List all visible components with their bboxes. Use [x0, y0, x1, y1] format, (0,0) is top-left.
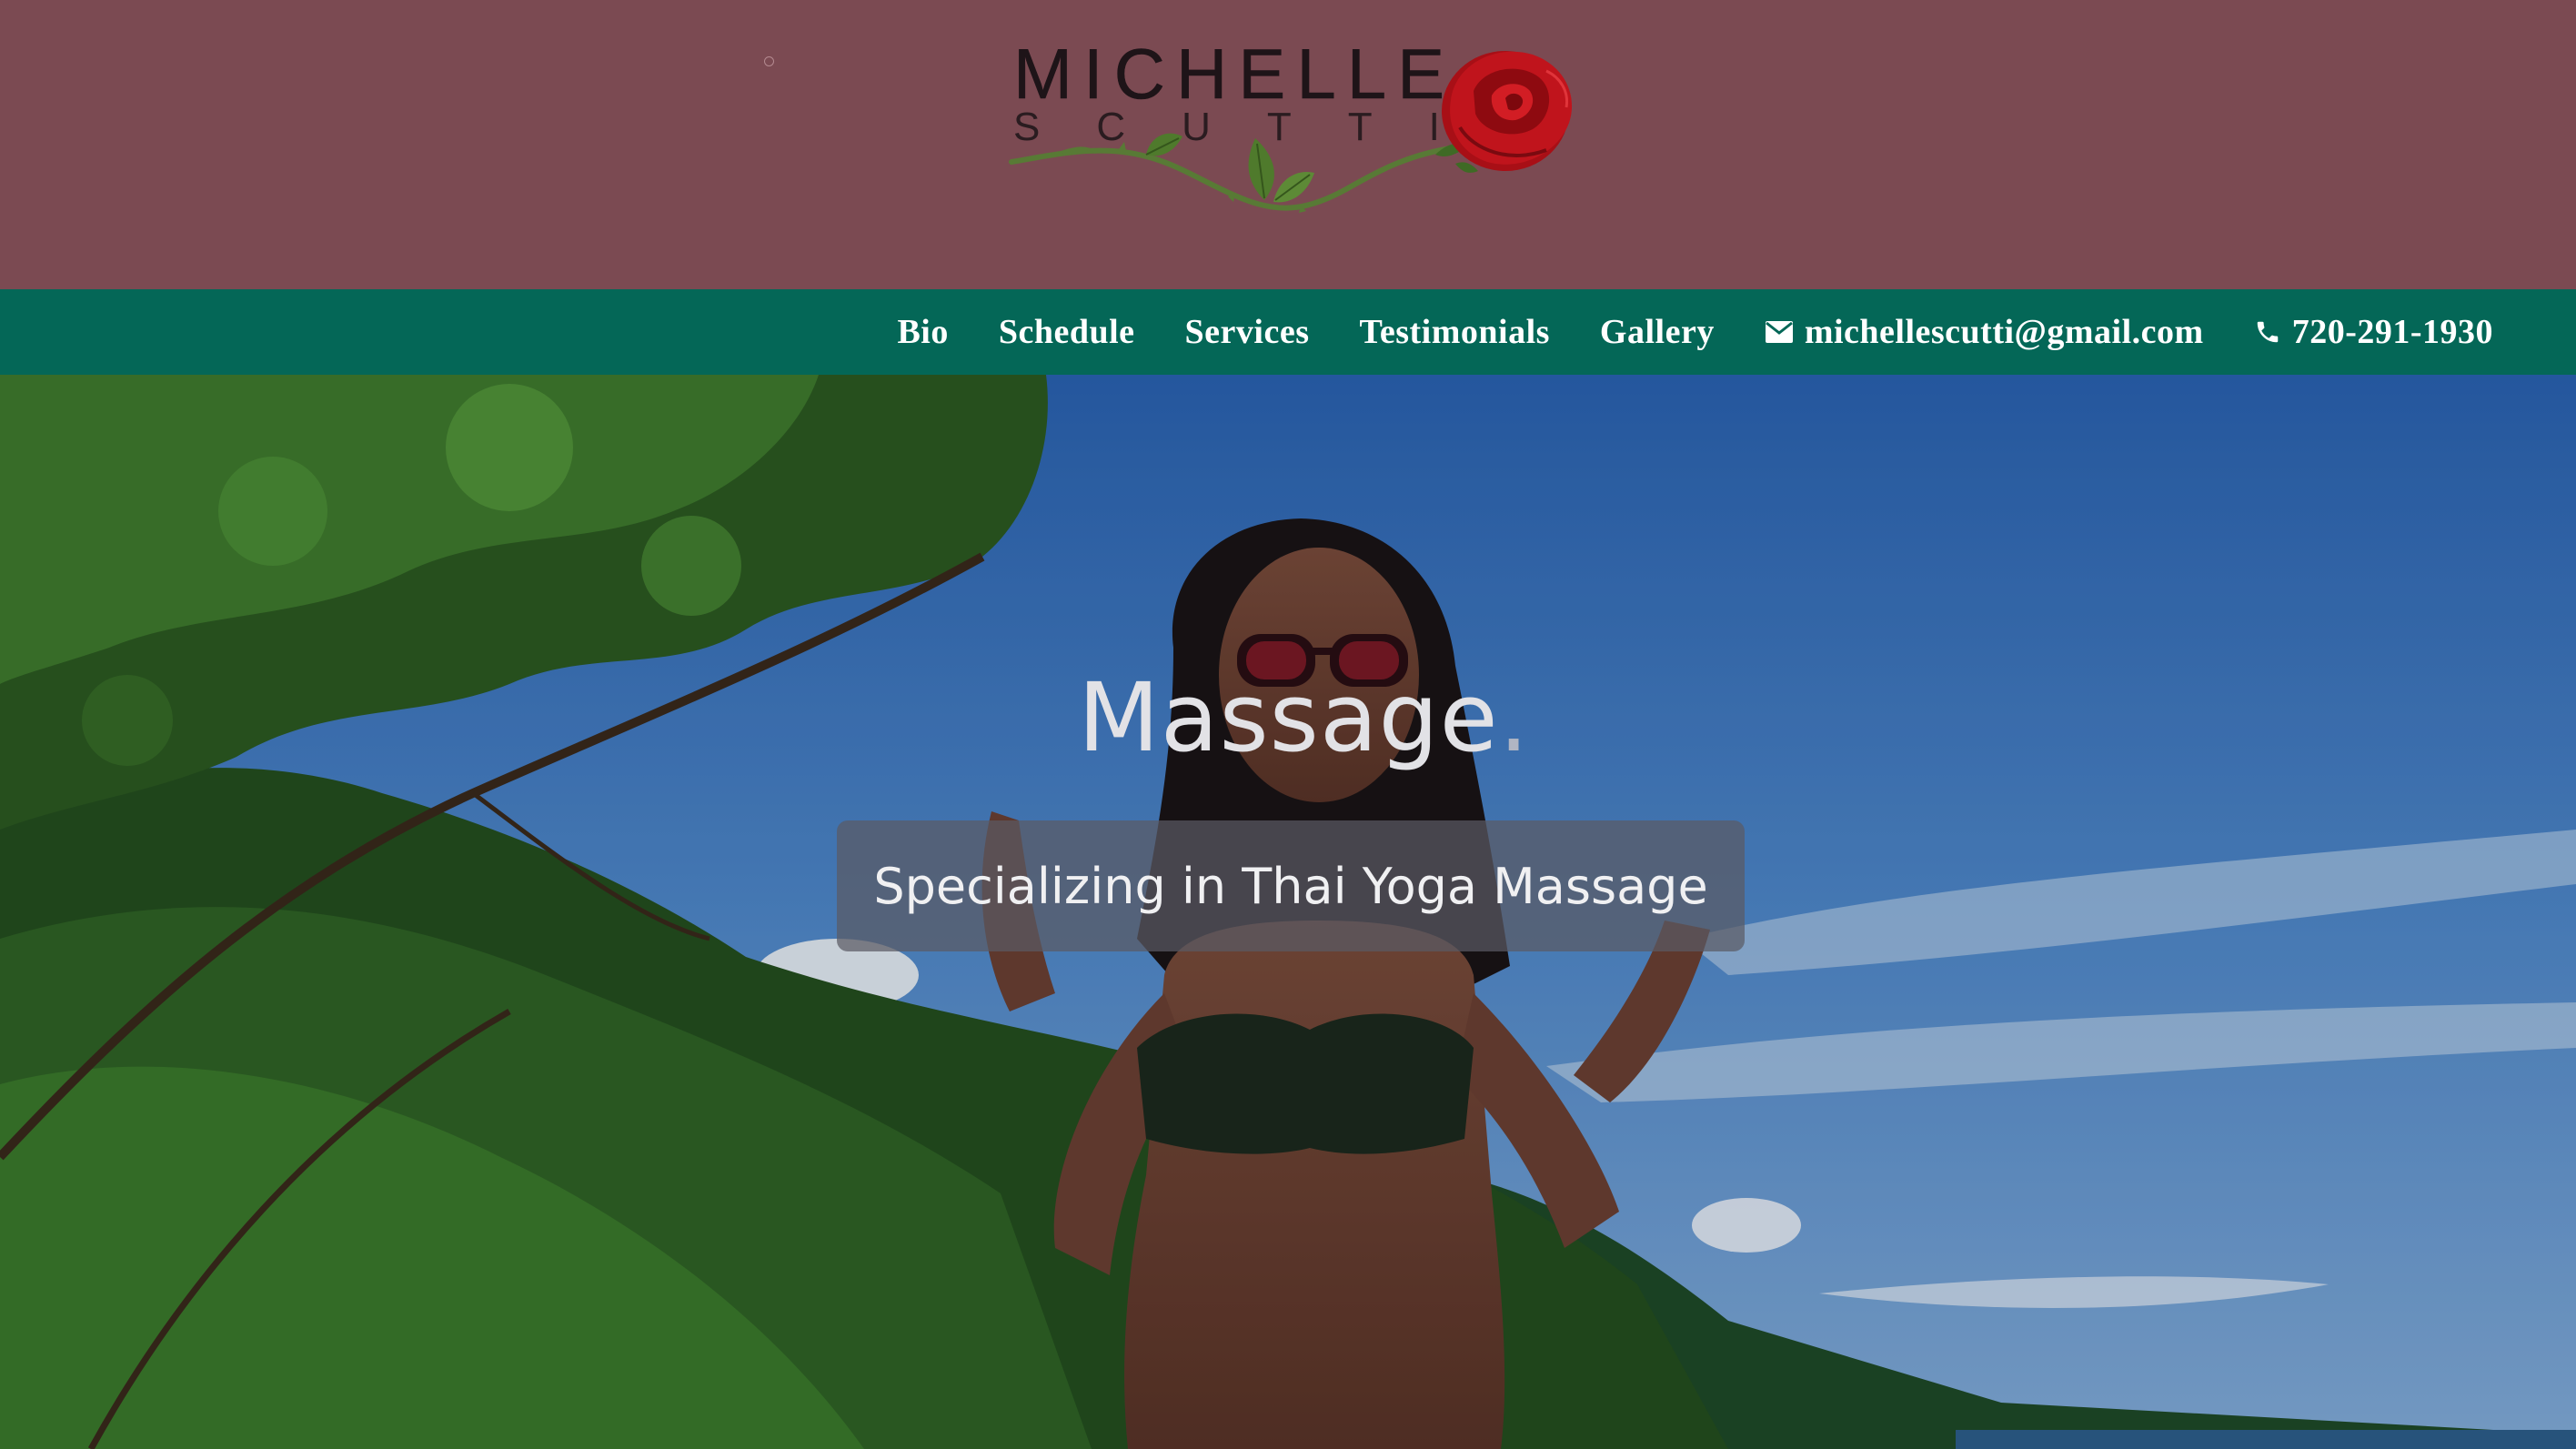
small-circle-mark — [764, 56, 774, 66]
site-logo[interactable]: MICHELLE SCUTTI — [1001, 27, 1592, 236]
site-header: MICHELLE SCUTTI — [0, 0, 2576, 289]
phone-link-label: 720-291-1930 — [2291, 313, 2493, 351]
phone-icon — [2254, 318, 2281, 346]
nav-item-services[interactable]: Services — [1185, 312, 1310, 352]
email-link-label: michellescutti@gmail.com — [1804, 313, 2204, 351]
hero-subtitle: Specializing in Thai Yoga Massage — [873, 857, 1708, 915]
hero-title-dot: . — [1498, 662, 1530, 773]
hero-banner: Massage. Specializing in Thai Yoga Massa… — [0, 375, 2576, 1449]
nav-item-schedule[interactable]: Schedule — [999, 312, 1135, 352]
nav-item-bio[interactable]: Bio — [897, 312, 948, 352]
hero-subtitle-box: Specializing in Thai Yoga Massage — [837, 820, 1745, 951]
logo-first-name: MICHELLE — [1013, 34, 1456, 114]
nav-item-phone[interactable]: 720-291-1930 — [2254, 312, 2493, 352]
logo-last-name: SCUTTI — [1013, 105, 1496, 149]
mail-icon — [1765, 320, 1794, 344]
nav-menu: Bio Schedule Services Testimonials Galle… — [847, 289, 2493, 375]
main-navigation: Bio Schedule Services Testimonials Galle… — [0, 289, 2576, 377]
hero-title: Massage. — [1078, 670, 1530, 765]
nav-item-testimonials[interactable]: Testimonials — [1360, 312, 1550, 352]
nav-item-gallery[interactable]: Gallery — [1600, 312, 1715, 352]
nav-item-email[interactable]: michellescutti@gmail.com — [1765, 312, 2204, 352]
hero-title-text: Massage — [1078, 662, 1499, 773]
